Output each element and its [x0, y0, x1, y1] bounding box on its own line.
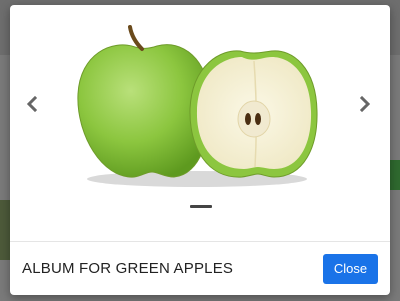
chevron-left-icon	[26, 96, 38, 112]
close-button[interactable]: Close	[323, 253, 378, 284]
green-apple-image	[77, 25, 318, 187]
album-modal: ALBUM FOR GREEN APPLES Close	[10, 5, 390, 295]
carousel-prev-button[interactable]	[21, 93, 43, 115]
modal-footer: ALBUM FOR GREEN APPLES Close	[10, 241, 390, 295]
background-image-fragment	[0, 200, 10, 260]
chevron-right-icon	[359, 96, 371, 112]
carousel-next-button[interactable]	[354, 93, 376, 115]
modal-title: ALBUM FOR GREEN APPLES	[22, 260, 234, 277]
carousel-indicator-1[interactable]	[190, 205, 212, 208]
image-carousel	[10, 5, 390, 241]
